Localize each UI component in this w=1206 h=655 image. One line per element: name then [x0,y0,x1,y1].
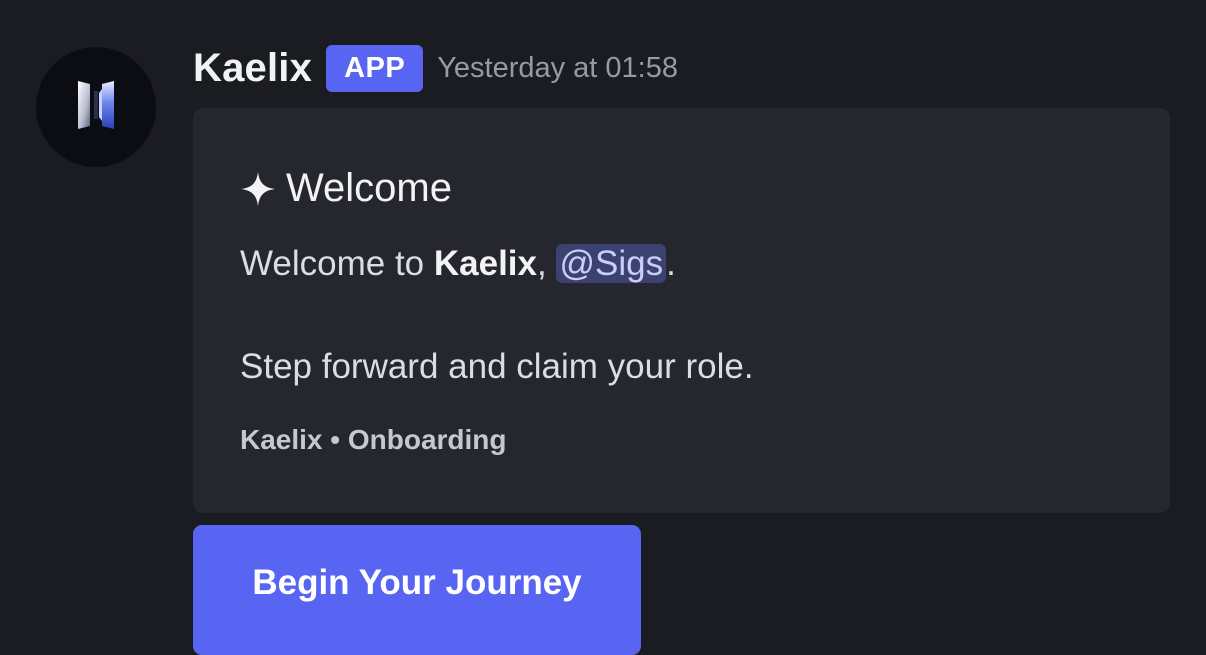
message-embed: Welcome Welcome to Kaelix, @Sigs. Step f… [193,108,1170,513]
embed-title: Welcome [240,166,452,211]
embed-description-line: Step forward and claim your role. [240,347,754,386]
embed-footer: Kaelix • Onboarding [240,424,507,455]
embed-title-text: Welcome [286,166,452,210]
bot-avatar[interactable] [36,47,156,167]
author-name[interactable]: Kaelix [193,46,312,91]
sparkle-icon [240,171,276,207]
welcome-separator: , [537,244,557,283]
welcome-prefix: Welcome to [240,244,434,283]
message-header: Kaelix APP Yesterday at 01:58 [193,40,678,96]
begin-journey-label: Begin Your Journey [252,563,582,602]
kaelix-logo-icon [76,77,116,138]
user-mention[interactable]: @Sigs [556,244,667,283]
embed-welcome-line: Welcome to Kaelix, @Sigs. [240,244,676,284]
begin-journey-button[interactable]: Begin Your Journey [193,525,641,655]
message-timestamp[interactable]: Yesterday at 01:58 [437,52,678,85]
server-name: Kaelix [433,244,537,283]
welcome-suffix: . [666,244,676,283]
app-badge: APP [326,44,424,92]
chat-message: Kaelix APP Yesterday at 01:58 Welcome We… [0,0,1206,655]
